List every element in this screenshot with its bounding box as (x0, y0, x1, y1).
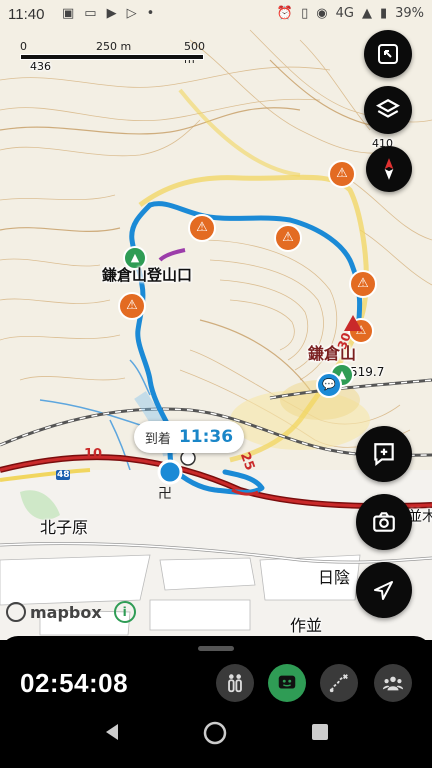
play-icon: ▷ (126, 6, 137, 21)
comment-marker[interactable]: 💬 (316, 372, 342, 398)
scale-end: 500 m (184, 40, 205, 66)
image-icon: ▣ (62, 6, 75, 21)
group-button[interactable] (374, 664, 412, 702)
status-bar: 11:40 ▣ ▭ ▶ ▷ • ⏰ ▯ ◉ 4G ▲ ▮ 39% (0, 0, 432, 30)
camera-button[interactable] (356, 494, 412, 550)
trailhead-label: 鎌倉山登山口 (102, 266, 193, 284)
dot-icon: • (146, 6, 155, 21)
peak-elevation: 519.7 (350, 365, 385, 379)
bottom-panel: 02:54:08 (0, 636, 432, 768)
locate-icon (374, 581, 393, 600)
compass-icon (384, 158, 394, 180)
current-location-marker (157, 459, 183, 485)
add-note-icon (374, 443, 394, 467)
add-note-button[interactable] (356, 426, 412, 482)
vibrate-icon: ▯ (301, 6, 309, 21)
home-button[interactable] (202, 720, 228, 750)
status-time: 11:40 (8, 6, 45, 23)
warning-marker[interactable]: ⚠ (328, 160, 356, 188)
road-number: 48 (57, 470, 70, 480)
arrival-time: 11:36 (178, 427, 234, 447)
wifi-icon: ◉ (316, 6, 328, 21)
home-icon (203, 721, 227, 745)
place-label: 日陰 (318, 568, 351, 587)
camera-icon (373, 512, 395, 532)
signal-icon: ▲ (361, 6, 372, 21)
network-type: 4G (335, 6, 354, 21)
mapbox-text: mapbox (30, 602, 102, 622)
elapsed-time: 02:54:08 (20, 668, 129, 698)
youtube-icon: ▶ (106, 6, 117, 21)
arrival-time-bubble[interactable]: 到着 11:36 (134, 421, 244, 453)
fullscreen-icon (378, 44, 398, 64)
hikers-button[interactable] (216, 664, 254, 702)
back-button[interactable] (102, 722, 122, 746)
svg-text:卍: 卍 (158, 486, 172, 502)
notification-icons: ▣ ▭ ▶ ▷ • (62, 6, 154, 21)
scale-start: 0 (20, 40, 27, 53)
recent-icon (312, 724, 328, 740)
route-button[interactable] (320, 664, 358, 702)
chat-button[interactable] (268, 664, 306, 702)
drag-handle[interactable] (198, 646, 234, 651)
mapbox-attribution[interactable]: mapbox i (6, 601, 136, 623)
locate-button[interactable] (356, 562, 412, 618)
warning-marker[interactable]: ⚠ (349, 270, 377, 298)
place-label: 北子原 (40, 518, 89, 537)
road-number: 10 (84, 447, 103, 462)
arrival-label: 到着 (144, 431, 171, 447)
fullscreen-button[interactable] (364, 30, 412, 78)
temple-marker (180, 450, 196, 466)
alarm-icon: ⏰ (276, 6, 294, 21)
group-icon (382, 676, 404, 691)
media-icon: ▭ (84, 6, 97, 21)
warning-marker[interactable]: ⚠ (274, 224, 302, 252)
system-icons: ⏰ ▯ ◉ 4G ▲ ▮ 39% (277, 6, 424, 21)
recent-apps-button[interactable] (310, 722, 330, 746)
battery-level: 39% (395, 6, 424, 21)
info-icon[interactable]: i (113, 601, 136, 623)
place-label: 作並 (290, 616, 323, 635)
battery-icon: ▮ (379, 6, 388, 21)
layers-button[interactable] (364, 86, 412, 134)
warning-marker[interactable]: ⚠ (188, 214, 216, 242)
compass-button[interactable] (366, 146, 412, 192)
hikers-icon (228, 674, 242, 693)
back-icon (106, 724, 118, 740)
chat-icon (278, 675, 296, 689)
layers-icon (376, 99, 400, 118)
route-icon (329, 674, 348, 693)
warning-marker[interactable]: ⚠ (118, 292, 146, 320)
mapbox-logo-icon (6, 602, 26, 622)
scale-mid: 250 m (96, 40, 132, 53)
elevation-label: 436 (30, 60, 51, 73)
peak-flag-icon (344, 315, 362, 331)
